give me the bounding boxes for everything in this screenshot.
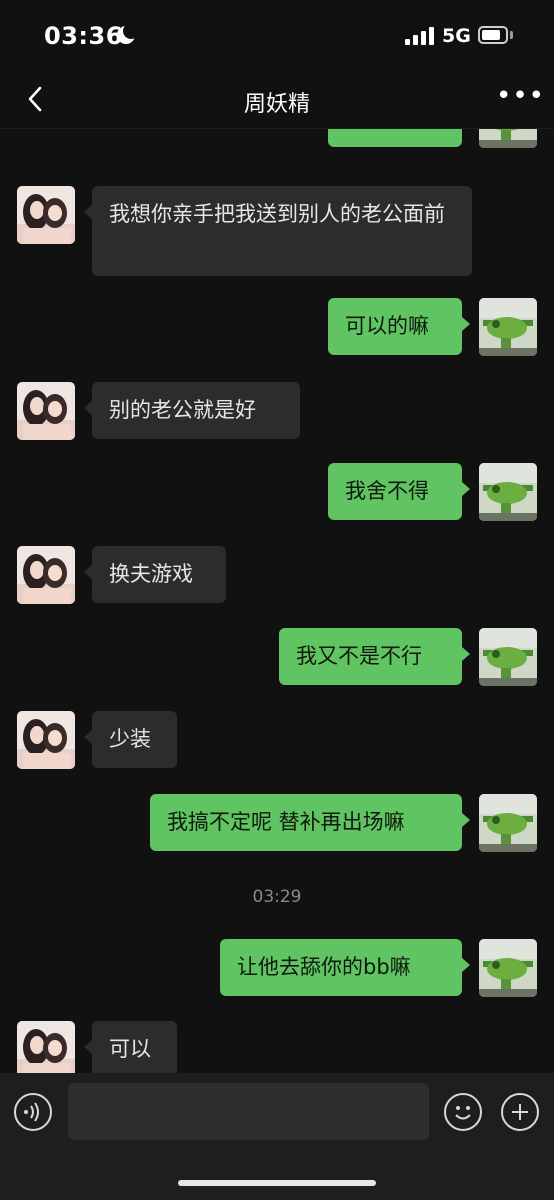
received-message: 少装 bbox=[0, 711, 554, 769]
message-bubble[interactable]: 我想你亲手把我送到别人的老公面前 bbox=[84, 186, 472, 276]
home-indicator bbox=[178, 1180, 376, 1186]
my-avatar[interactable] bbox=[479, 298, 537, 356]
my-avatar[interactable] bbox=[479, 463, 537, 521]
contact-avatar[interactable] bbox=[17, 546, 75, 604]
plus-icon[interactable] bbox=[501, 1093, 539, 1131]
contact-avatar[interactable] bbox=[17, 1021, 75, 1073]
my-avatar[interactable] bbox=[479, 794, 537, 852]
sent-message: 让他去舔你的bb嘛 bbox=[0, 939, 554, 997]
emoji-icon[interactable] bbox=[444, 1093, 482, 1131]
received-message: 别的老公就是好 bbox=[0, 382, 554, 440]
more-dots-icon[interactable]: ••• bbox=[496, 83, 544, 112]
network-label: 5G bbox=[442, 25, 471, 47]
my-avatar[interactable] bbox=[479, 939, 537, 997]
sent-message: 我舍不得 bbox=[0, 463, 554, 521]
my-avatar[interactable] bbox=[479, 128, 537, 148]
message-bubble[interactable]: 可以 bbox=[84, 1021, 177, 1073]
battery-tip bbox=[510, 31, 513, 39]
contact-avatar[interactable] bbox=[17, 186, 75, 244]
chat-timestamp: 03:29 bbox=[0, 887, 554, 917]
battery-icon bbox=[478, 26, 508, 44]
message-list[interactable]: 我的老婆我想你亲手把我送到别人的老公面前可以的嘛别的老公就是好我舍不得换夫游戏我… bbox=[0, 128, 554, 1073]
message-bubble[interactable]: 我的老婆 bbox=[328, 128, 462, 147]
message-bubble[interactable]: 可以的嘛 bbox=[328, 298, 470, 355]
sent-message: 我的老婆 bbox=[0, 128, 554, 148]
received-message: 我想你亲手把我送到别人的老公面前 bbox=[0, 186, 554, 276]
voice-icon[interactable] bbox=[14, 1093, 52, 1131]
sent-message: 我搞不定呢 替补再出场嘛 bbox=[0, 794, 554, 852]
message-bubble[interactable]: 换夫游戏 bbox=[84, 546, 226, 603]
signal-icon bbox=[405, 27, 435, 45]
contact-avatar[interactable] bbox=[17, 711, 75, 769]
message-bubble[interactable]: 我又不是不行 bbox=[279, 628, 470, 685]
timestamp-label: 03:29 bbox=[252, 887, 302, 907]
my-avatar[interactable] bbox=[479, 628, 537, 686]
received-message: 换夫游戏 bbox=[0, 546, 554, 604]
status-time: 03:36 bbox=[44, 22, 123, 50]
message-bubble[interactable]: 让他去舔你的bb嘛 bbox=[220, 939, 470, 996]
moon-icon bbox=[117, 23, 139, 44]
message-input[interactable] bbox=[68, 1083, 429, 1140]
message-bubble[interactable]: 我舍不得 bbox=[328, 463, 470, 520]
message-bubble[interactable]: 少装 bbox=[84, 711, 177, 768]
contact-avatar[interactable] bbox=[17, 382, 75, 440]
chat-title: 周妖精 bbox=[243, 92, 310, 117]
sent-message: 可以的嘛 bbox=[0, 298, 554, 356]
message-bubble[interactable]: 别的老公就是好 bbox=[84, 382, 300, 439]
chat-header: 周妖精 ••• bbox=[0, 72, 554, 129]
sent-message: 我又不是不行 bbox=[0, 628, 554, 686]
status-bar: 03:36 5G bbox=[0, 0, 554, 72]
received-message: 可以 bbox=[0, 1021, 554, 1073]
message-bubble[interactable]: 我搞不定呢 替补再出场嘛 bbox=[150, 794, 470, 851]
